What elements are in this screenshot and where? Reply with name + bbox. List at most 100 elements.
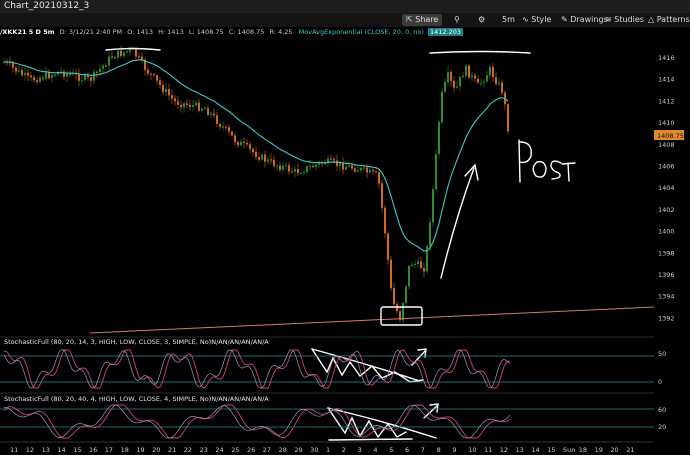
- price-tick-label: 1414: [658, 76, 675, 84]
- candle-body: [402, 303, 404, 321]
- candle-body: [255, 151, 257, 158]
- candle-body: [471, 75, 473, 78]
- candle-body: [174, 98, 176, 102]
- candle-body: [246, 143, 248, 145]
- candle-body: [270, 159, 272, 161]
- candle-body: [54, 74, 56, 76]
- time-tick-label: 28: [279, 446, 287, 454]
- candle-body: [501, 82, 503, 93]
- candle-body: [360, 168, 362, 171]
- time-tick-label: 15: [547, 446, 555, 454]
- candle-body: [114, 57, 116, 59]
- candle-body: [177, 101, 179, 105]
- candle-body: [432, 189, 434, 223]
- time-tick-label: 25: [231, 446, 239, 454]
- candle-body: [39, 77, 41, 83]
- candle-body: [354, 168, 356, 172]
- time-tick-label: 10: [468, 446, 476, 454]
- candle-body: [273, 159, 275, 166]
- candle-body: [435, 153, 437, 190]
- candle-body: [417, 261, 419, 264]
- candle-body: [300, 172, 302, 174]
- time-tick-label: 26: [247, 446, 255, 454]
- time-tick-label: 9: [452, 446, 456, 454]
- candle-body: [423, 268, 425, 272]
- candle-body: [204, 108, 206, 110]
- candle-body: [66, 73, 68, 77]
- candle-body: [414, 263, 416, 265]
- price-tick-label: 1400: [658, 228, 675, 236]
- candle-body: [348, 165, 350, 167]
- candle-body: [495, 77, 497, 84]
- price-tick-label: 1416: [658, 54, 675, 62]
- candle-body: [141, 56, 143, 60]
- candle-body: [195, 102, 197, 106]
- candle-body: [324, 163, 326, 165]
- candle-body: [105, 65, 107, 67]
- candle-body: [231, 131, 233, 136]
- candle-body: [183, 103, 185, 108]
- candle-body: [210, 113, 212, 115]
- candle-body: [261, 154, 263, 160]
- time-tick-label: 13: [516, 446, 524, 454]
- candle-body: [306, 165, 308, 173]
- candle-body: [291, 171, 293, 173]
- candle-body: [216, 115, 218, 125]
- stoch2-k-line: [3, 404, 511, 439]
- candle-body: [165, 88, 167, 92]
- candle-body: [111, 56, 113, 58]
- candle-body: [264, 154, 266, 162]
- candle-body: [420, 261, 422, 269]
- price-pane[interactable]: [0, 38, 654, 330]
- price-tick-label: 1412: [658, 97, 675, 105]
- candle-body: [213, 113, 215, 116]
- time-tick-label: Sun: [563, 446, 575, 454]
- candle-body: [12, 62, 14, 68]
- candle-body: [408, 265, 410, 287]
- candle-body: [147, 69, 149, 74]
- candle-body: [459, 77, 461, 87]
- candle-body: [345, 166, 347, 170]
- time-tick-label: 2: [342, 446, 346, 454]
- candle-body: [351, 165, 353, 169]
- candle-body: [396, 304, 398, 312]
- price-tick-label: 1402: [658, 206, 675, 214]
- candle-body: [489, 67, 491, 76]
- time-tick-label: 20: [152, 446, 160, 454]
- candle-body: [366, 167, 368, 173]
- candle-body: [135, 48, 137, 57]
- candle-body: [411, 264, 413, 266]
- time-tick-label: 29: [294, 446, 302, 454]
- time-tick-label: 12: [26, 446, 34, 454]
- candle-body: [480, 82, 482, 84]
- candle-body: [186, 103, 188, 105]
- candle-body: [33, 77, 35, 81]
- candle-body: [48, 72, 50, 79]
- time-tick-label: 5: [389, 446, 393, 454]
- candle-body: [477, 78, 479, 83]
- candle-body: [276, 165, 278, 167]
- last-price-text: 1408.75: [657, 132, 684, 140]
- time-tick-label: 4: [373, 446, 377, 454]
- stoch2-label: StochasticFull (80, 20, 40, 4, HIGH, LOW…: [4, 395, 269, 403]
- stoch2-tick-bottom: 20: [658, 423, 666, 431]
- time-tick-label: 11: [484, 446, 492, 454]
- time-tick-label: 22: [184, 446, 192, 454]
- candle-body: [123, 52, 125, 56]
- candle-body: [372, 169, 374, 172]
- candle-body: [474, 75, 476, 79]
- candle-body: [63, 71, 65, 77]
- price-tick-label: 1410: [658, 119, 675, 127]
- time-tick-label: 19: [136, 446, 144, 454]
- price-tick-label: 1394: [658, 293, 675, 301]
- chart-canvas[interactable]: 1416141414121410140814061404140214001398…: [0, 0, 690, 455]
- candle-body: [507, 104, 509, 132]
- candle-body: [198, 102, 200, 111]
- candle-body: [447, 72, 449, 83]
- candle-body: [27, 72, 29, 76]
- candle-body: [492, 67, 494, 78]
- stoch2-tick-top: 60: [658, 406, 666, 414]
- candle-body: [384, 207, 386, 234]
- candle-body: [51, 74, 53, 79]
- time-tick-label: 8: [437, 446, 441, 454]
